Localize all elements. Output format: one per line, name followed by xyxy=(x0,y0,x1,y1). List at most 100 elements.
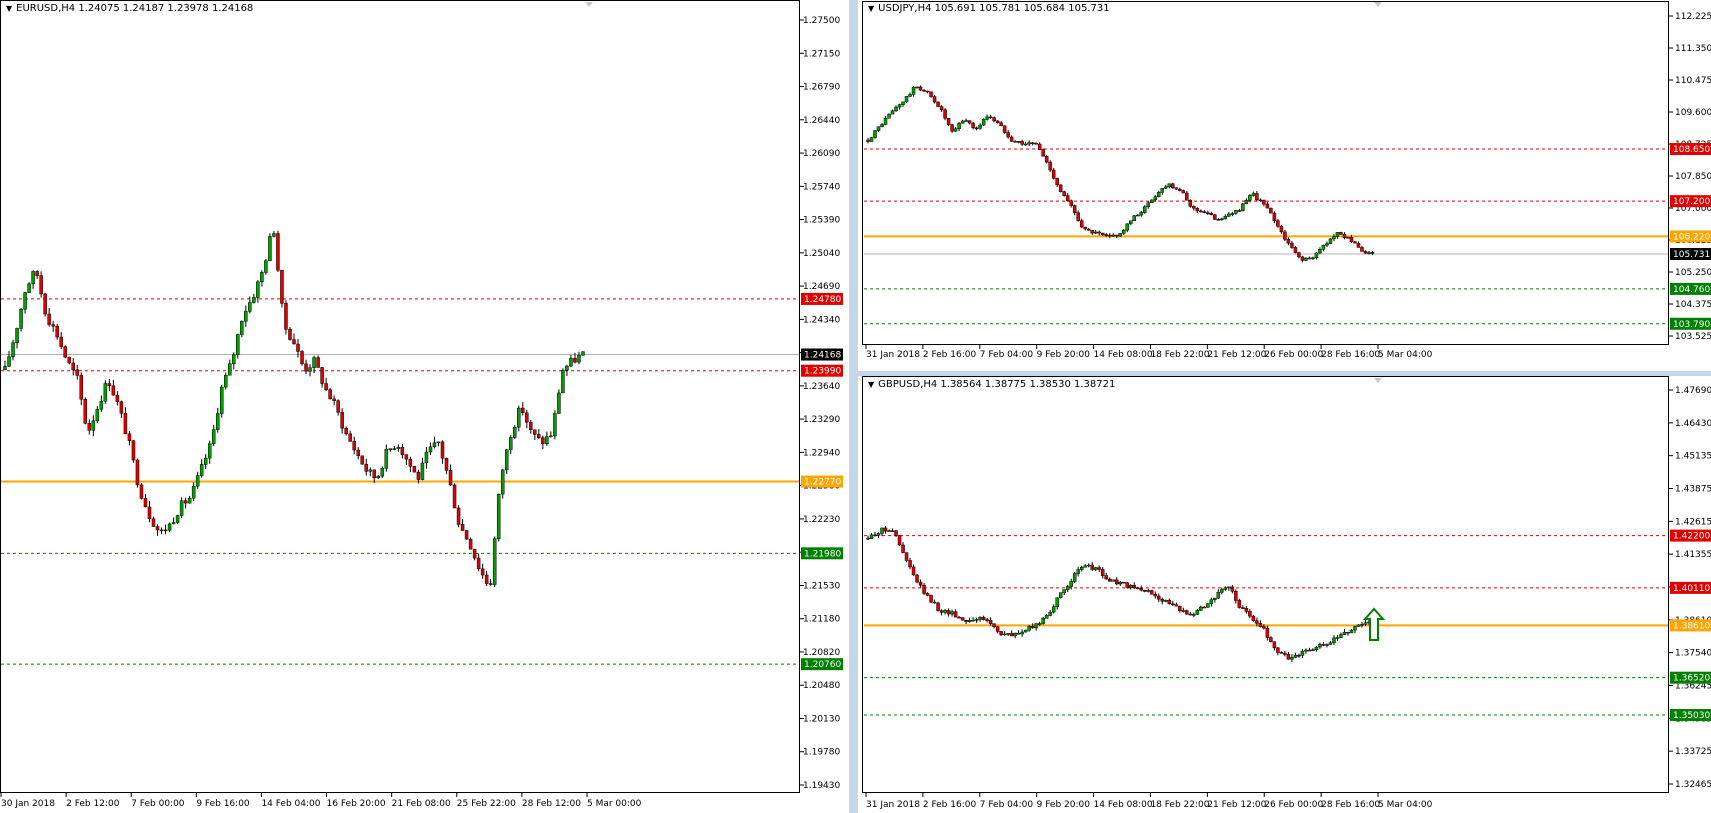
gbpusd-time-label: 7 Feb 04:00 xyxy=(980,800,1034,810)
eurusd-price-label: 1.20480 xyxy=(803,681,840,691)
gbpusd-time-label: 31 Jan 2018 xyxy=(866,800,920,810)
gbpusd-price-label: 1.37540 xyxy=(1675,649,1711,659)
usdjpy-time-label: 21 Feb 12:00 xyxy=(1207,350,1266,360)
eurusd-price-label: 1.27150 xyxy=(803,49,840,59)
eurusd-price-label: 1.26090 xyxy=(803,149,840,159)
gbpusd-time-label: 26 Feb 00:00 xyxy=(1264,800,1323,810)
usdjpy-time-label: 5 Mar 04:00 xyxy=(1378,350,1433,360)
usdjpy-price-label: 112.225 xyxy=(1675,12,1711,22)
eurusd-price-label: 1.22230 xyxy=(803,515,840,525)
eurusd-level-tag-label: 1.23990 xyxy=(804,367,841,377)
eurusd-price-label: 1.21180 xyxy=(803,615,840,625)
usdjpy-symbol-title: ▼ USDJPY,H4 105.691 105.781 105.684 105.7… xyxy=(868,3,1110,14)
gbpusd-level-tag-label: 1.40110 xyxy=(1673,584,1710,594)
eurusd-time-label: 25 Feb 22:00 xyxy=(457,799,516,809)
eurusd-price-label: 1.22940 xyxy=(803,448,840,458)
eurusd-time-label: 9 Feb 16:00 xyxy=(196,799,250,809)
usdjpy-price-label: 110.475 xyxy=(1675,76,1711,86)
gbpusd-symbol-line: GBPUSD,H4 1.38564 1.38775 1.38530 1.3872… xyxy=(878,379,1116,390)
gbpusd-price-label: 1.41355 xyxy=(1675,550,1711,560)
gbpusd-time-label: 2 Feb 16:00 xyxy=(923,800,977,810)
eurusd-level-tag-label: 1.22770 xyxy=(804,478,841,488)
eurusd-price-label: 1.26790 xyxy=(803,83,840,93)
eurusd-time-label: 16 Feb 20:00 xyxy=(327,799,386,809)
gbpusd-level-tag-label: 1.36520 xyxy=(1673,674,1710,684)
eurusd-level-tag-label: 1.21980 xyxy=(804,549,841,559)
usdjpy-level-tag-label: 105.731 xyxy=(1673,250,1710,260)
gbpusd-price-label: 1.45135 xyxy=(1675,452,1711,462)
gbpusd-price-label: 1.33725 xyxy=(1675,747,1711,757)
usdjpy-level-tag-label: 107.200 xyxy=(1673,197,1710,207)
usdjpy-level-tag-label: 104.760 xyxy=(1673,285,1710,295)
chart-window-usdjpy[interactable]: 112.225111.350110.475109.600108.725107.8… xyxy=(858,0,1711,371)
usdjpy-time-label: 31 Jan 2018 xyxy=(866,350,920,360)
eurusd-price-label: 1.24340 xyxy=(803,315,840,325)
usdjpy-time-label: 7 Feb 04:00 xyxy=(980,350,1034,360)
usdjpy-time-label: 18 Feb 22:00 xyxy=(1150,350,1209,360)
usdjpy-price-label: 103.525 xyxy=(1675,332,1711,342)
gbpusd-level-tag-label: 1.35030 xyxy=(1673,711,1710,721)
usdjpy-time-label: 2 Feb 16:00 xyxy=(923,350,977,360)
usdjpy-price-label: 104.375 xyxy=(1675,300,1711,310)
usdjpy-price-label: 111.350 xyxy=(1675,44,1711,54)
eurusd-time-label: 14 Feb 04:00 xyxy=(261,799,320,809)
collapse-triangle-icon: ▼ xyxy=(868,4,875,13)
eurusd-time-label: 30 Jan 2018 xyxy=(1,799,55,809)
chart-window-gbpusd[interactable]: 1.47690 1.46430 1.45135 1.43875 1.42615 1.413… xyxy=(858,376,1711,813)
eurusd-price-label: 1.24690 xyxy=(803,282,840,292)
gbpusd-symbol-title: ▼ GBPUSD,H4 1.38564 1.38775 1.38530 1.387… xyxy=(868,379,1115,390)
eurusd-price-label: 1.19780 xyxy=(803,748,840,758)
usdjpy-price-label: 107.850 xyxy=(1675,172,1711,182)
usdjpy-time-label: 28 Feb 16:00 xyxy=(1321,350,1380,360)
gbpusd-time-label: 14 Feb 08:00 xyxy=(1094,800,1153,810)
usdjpy-price-label: 109.600 xyxy=(1675,108,1711,118)
eurusd-price-label: 1.25040 xyxy=(803,249,840,259)
eurusd-price-label: 1.20130 xyxy=(803,714,840,724)
gbpusd-price-label: 1.32465 xyxy=(1675,780,1711,790)
gbpusd-price-label: 1.43875 xyxy=(1675,485,1711,495)
usdjpy-time-label: 26 Feb 00:00 xyxy=(1264,350,1323,360)
gbpusd-plot-frame xyxy=(862,376,1669,793)
eurusd-price-label: 1.26440 xyxy=(803,116,840,126)
usdjpy-level-tag-label: 106.220 xyxy=(1673,232,1710,242)
chart-window-eurusd[interactable]: 1.27500 1.27150 1.26790 1.26440 1.26090 1.257… xyxy=(0,0,849,813)
eurusd-price-label: 1.27500 xyxy=(803,16,840,26)
eurusd-time-label: 21 Feb 08:00 xyxy=(392,799,451,809)
gbpusd-price-label: 1.42615 xyxy=(1675,517,1711,527)
eurusd-level-tag-label: 1.24168 xyxy=(804,351,841,361)
eurusd-symbol-title: ▼ EURUSD,H4 1.24075 1.24187 1.23978 1.241… xyxy=(6,3,253,14)
eurusd-level-tag-label: 1.24780 xyxy=(804,295,841,305)
eurusd-price-label: 1.25390 xyxy=(803,216,840,226)
eurusd-price-label: 1.25740 xyxy=(803,182,840,192)
usdjpy-time-label: 9 Feb 20:00 xyxy=(1037,350,1091,360)
gbpusd-price-label: 1.46430 xyxy=(1675,419,1711,429)
eurusd-time-label: 2 Feb 12:00 xyxy=(66,799,120,809)
eurusd-price-label: 1.21530 xyxy=(803,581,840,591)
gbpusd-time-label: 5 Mar 04:00 xyxy=(1378,800,1433,810)
gbpusd-time-label: 28 Feb 16:00 xyxy=(1321,800,1380,810)
eurusd-time-label: 5 Mar 00:00 xyxy=(587,799,642,809)
usdjpy-plot-frame xyxy=(862,1,1669,345)
usdjpy-level-tag-label: 103.790 xyxy=(1673,320,1710,330)
collapse-triangle-icon: ▼ xyxy=(868,380,875,389)
usdjpy-symbol-line: USDJPY,H4 105.691 105.781 105.684 105.73… xyxy=(878,3,1110,14)
eurusd-price-label: 1.23290 xyxy=(803,415,840,425)
window-splitter-vertical[interactable] xyxy=(849,0,858,813)
usdjpy-price-label: 105.250 xyxy=(1675,268,1711,278)
eurusd-price-label: 1.20820 xyxy=(803,648,840,658)
gbpusd-level-tag-label: 1.38610 xyxy=(1673,621,1710,631)
gbpusd-price-label: 1.47690 xyxy=(1675,386,1711,396)
usdjpy-time-label: 14 Feb 08:00 xyxy=(1094,350,1153,360)
eurusd-level-tag-label: 1.20760 xyxy=(804,660,841,670)
eurusd-price-label: 1.23640 xyxy=(803,382,840,392)
gbpusd-time-label: 21 Feb 12:00 xyxy=(1207,800,1266,810)
gbpusd-level-tag-label: 1.42200 xyxy=(1673,532,1710,542)
usdjpy-level-tag-label: 108.650 xyxy=(1673,145,1710,155)
eurusd-time-label: 7 Feb 00:00 xyxy=(131,799,185,809)
gbpusd-time-label: 9 Feb 20:00 xyxy=(1037,800,1091,810)
eurusd-price-label: 1.19430 xyxy=(803,781,840,791)
eurusd-time-label: 28 Feb 12:00 xyxy=(522,799,581,809)
eurusd-plot-frame xyxy=(0,0,800,793)
gbpusd-time-label: 18 Feb 22:00 xyxy=(1150,800,1209,810)
collapse-triangle-icon: ▼ xyxy=(6,4,13,13)
